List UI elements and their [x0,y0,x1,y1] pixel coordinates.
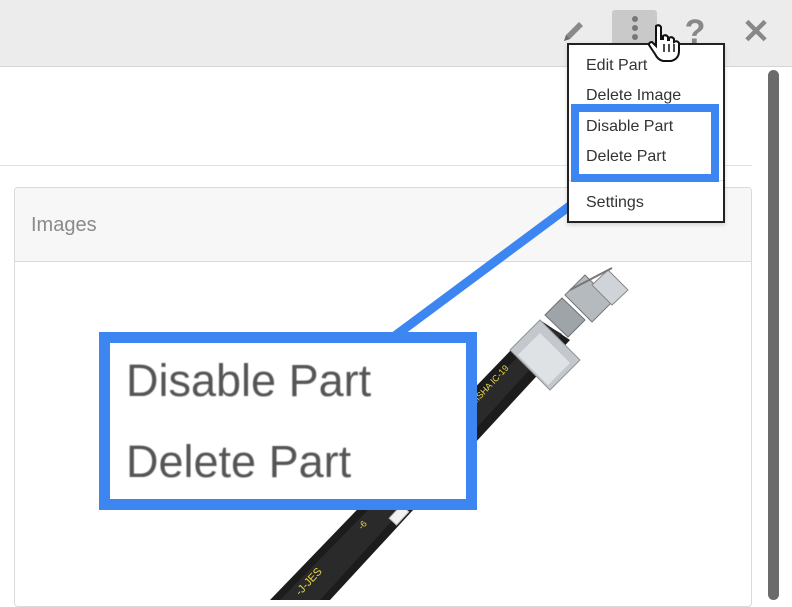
scrollbar-thumb[interactable] [768,70,779,600]
menu-item-settings[interactable]: Settings [586,194,644,212]
menu-highlight-box [571,104,719,182]
callout-delete-part: Delete Part [126,436,352,487]
hand-cursor-icon [647,24,680,62]
zoom-callout: Disable Part Delete Part [99,332,477,510]
menu-item-delete-image[interactable]: Delete Image [586,87,681,105]
menu-item-edit-part[interactable]: Edit Part [586,57,647,75]
callout-disable-part: Disable Part [126,355,372,406]
close-icon: ✕ [741,13,771,51]
close-button[interactable]: ✕ [741,14,771,50]
images-panel-title: Images [31,214,97,236]
kebab-menu-icon [631,16,638,40]
